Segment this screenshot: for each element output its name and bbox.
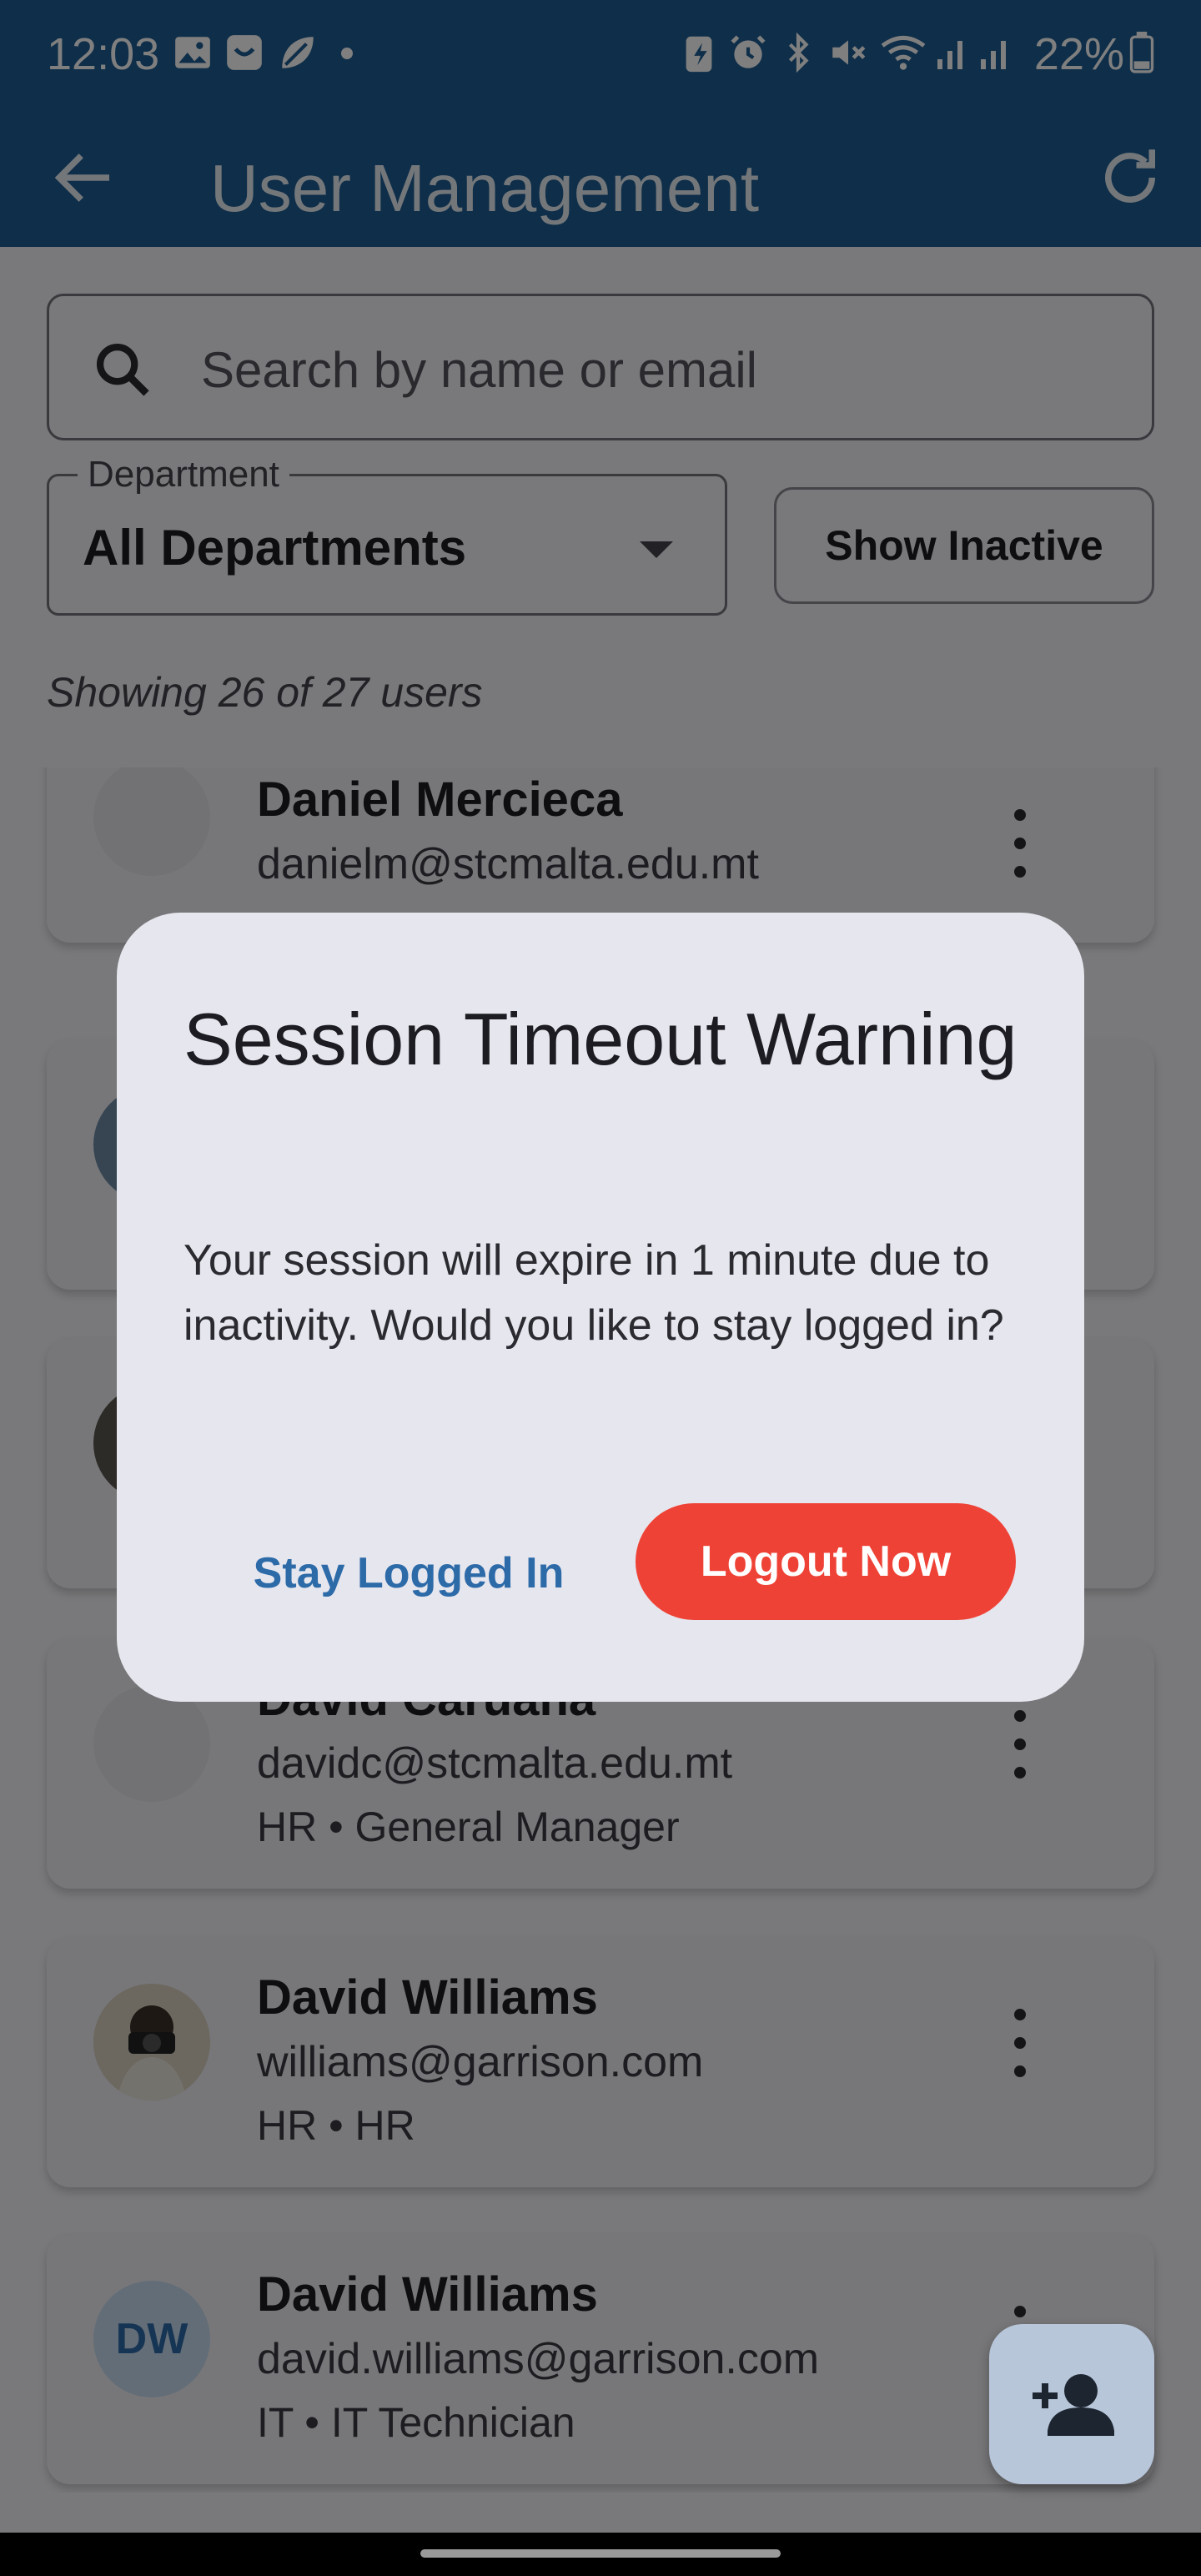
home-indicator[interactable]	[420, 2549, 781, 2558]
session-timeout-dialog: Session Timeout Warning Your session wil…	[117, 913, 1084, 1702]
add-user-icon	[1033, 2374, 1114, 2436]
add-user-button[interactable]	[989, 2324, 1154, 2484]
dialog-message: Your session will expire in 1 minute due…	[183, 1236, 1004, 1350]
logout-now-button[interactable]: Logout Now	[636, 1503, 1016, 1620]
dialog-title: Session Timeout Warning	[183, 998, 1018, 1080]
stay-logged-in-button[interactable]: Stay Logged In	[250, 1515, 567, 1632]
system-nav-bar	[0, 2533, 1201, 2576]
